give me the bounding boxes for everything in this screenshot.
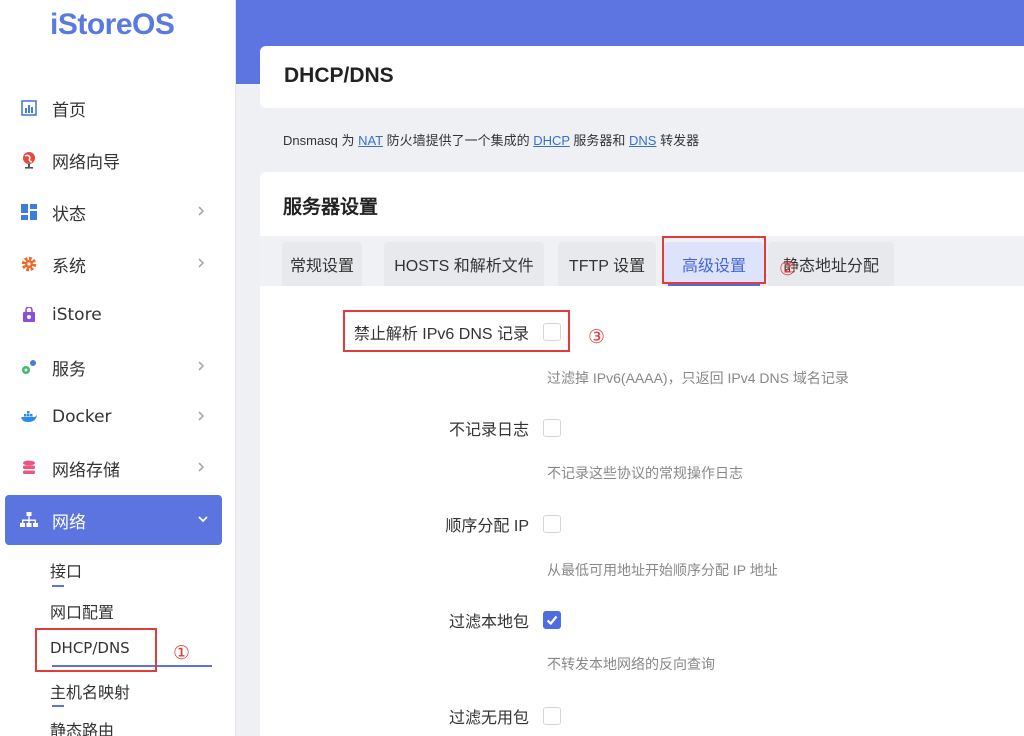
- sidebar-item-docker[interactable]: Docker: [0, 392, 236, 442]
- annotation-box-tab: [662, 236, 766, 284]
- sidebar-item-home[interactable]: 首页: [0, 83, 236, 133]
- section-title: 服务器设置: [283, 197, 379, 218]
- page-header: DHCP/DNS: [260, 46, 1024, 108]
- sidebar-item-services[interactable]: 服务: [0, 342, 236, 392]
- option-hint: 从最低可用地址开始顺序分配 IP 地址: [547, 562, 778, 578]
- option-hint: 不记录这些协议的常规操作日志: [547, 465, 743, 481]
- annotation-marker-3: ③: [588, 326, 606, 348]
- sidebar-item-label: 首页: [52, 100, 86, 121]
- page-description: Dnsmasq 为 NAT 防火墙提供了一个集成的 DHCP 服务器和 DNS …: [283, 130, 699, 149]
- sidebar-item-istore[interactable]: iStore: [0, 290, 236, 340]
- desc-text: 转发器: [656, 133, 700, 148]
- sidebar-item-label: 网络向导: [52, 152, 120, 173]
- page-title: DHCP/DNS: [284, 64, 394, 87]
- app-logo: iStoreOS: [50, 8, 175, 41]
- sidebar-item-label: 系统: [52, 256, 86, 277]
- sidebar: iStoreOS 首页 网络向导 状态 系统 iStore 服务 Docker …: [0, 0, 236, 736]
- sidebar-item-label: 状态: [52, 204, 86, 225]
- network-icon: [20, 511, 38, 529]
- desc-text: 服务器和: [569, 133, 630, 148]
- subnav-underline: [52, 705, 64, 707]
- checkmark-icon: [546, 615, 558, 626]
- dns-link[interactable]: DNS: [629, 133, 656, 148]
- option-label-quiet-log: 不记录日志: [448, 422, 529, 439]
- dhcp-link[interactable]: DHCP: [533, 133, 570, 148]
- option-hint: 不转发本地网络的反向查询: [547, 656, 715, 672]
- chevron-right-icon: [198, 361, 205, 371]
- filter-local-checkbox[interactable]: [543, 611, 561, 629]
- chevron-right-icon: [198, 258, 205, 268]
- bag-icon: [20, 306, 38, 324]
- sidebar-item-status[interactable]: 状态: [0, 187, 236, 237]
- sidebar-item-label: 服务: [52, 359, 86, 380]
- sidebar-item-storage[interactable]: 网络存储: [0, 443, 236, 493]
- tab-general[interactable]: 常规设置: [282, 242, 362, 286]
- dashboard-icon: [20, 99, 38, 117]
- chevron-down-icon: [198, 516, 208, 523]
- chevron-right-icon: [198, 462, 205, 472]
- sidebar-item-wizard[interactable]: 网络向导: [0, 135, 236, 185]
- grid-icon: [20, 203, 38, 221]
- gear-icon: [20, 255, 38, 273]
- desc-text: Dnsmasq 为: [283, 133, 359, 148]
- subnav-underline: [52, 585, 64, 587]
- sidebar-item-label: 网络存储: [52, 460, 120, 481]
- quiet-log-checkbox[interactable]: [543, 419, 561, 437]
- globe-pin-icon: [20, 151, 38, 169]
- chevron-right-icon: [198, 206, 205, 216]
- tab-tftp[interactable]: TFTP 设置: [558, 242, 656, 286]
- subnav-item-interfaces[interactable]: 接口: [50, 558, 82, 582]
- option-label-filter-useless: 过滤无用包: [448, 710, 529, 727]
- tab-hosts[interactable]: HOSTS 和解析文件: [384, 242, 544, 286]
- subnav-item-static-routes[interactable]: 静态路由: [50, 717, 114, 736]
- sidebar-item-label: iStore: [52, 305, 102, 325]
- option-hint: 过滤掉 IPv6(AAAA)，只返回 IPv4 DNS 域名记录: [547, 370, 849, 386]
- sidebar-item-system[interactable]: 系统: [0, 239, 236, 289]
- filter-useless-checkbox[interactable]: [543, 707, 561, 725]
- sidebar-item-label: 网络: [52, 512, 86, 533]
- subnav-item-hostnames[interactable]: 主机名映射: [50, 679, 130, 703]
- annotation-box-option: [343, 310, 570, 352]
- nat-link[interactable]: NAT: [358, 133, 383, 148]
- annotation-marker-2: ②: [779, 258, 797, 280]
- database-icon: [20, 459, 38, 477]
- docker-icon: [20, 408, 38, 426]
- services-icon: [20, 358, 38, 376]
- option-label-sequential-ip: 顺序分配 IP: [445, 518, 529, 535]
- sidebar-item-label: Docker: [52, 407, 112, 427]
- server-settings-card: 服务器设置 常规设置 HOSTS 和解析文件 TFTP 设置 高级设置 静态地址…: [260, 172, 1024, 736]
- annotation-box-nav: [35, 628, 157, 672]
- option-label-filter-local: 过滤本地包: [448, 614, 529, 631]
- sequential-ip-checkbox[interactable]: [543, 515, 561, 533]
- desc-text: 防火墙提供了一个集成的: [382, 133, 534, 148]
- sidebar-item-network[interactable]: 网络: [5, 495, 222, 545]
- subnav-item-port-config[interactable]: 网口配置: [50, 599, 114, 623]
- annotation-marker-1: ①: [173, 642, 191, 664]
- chevron-right-icon: [198, 411, 205, 421]
